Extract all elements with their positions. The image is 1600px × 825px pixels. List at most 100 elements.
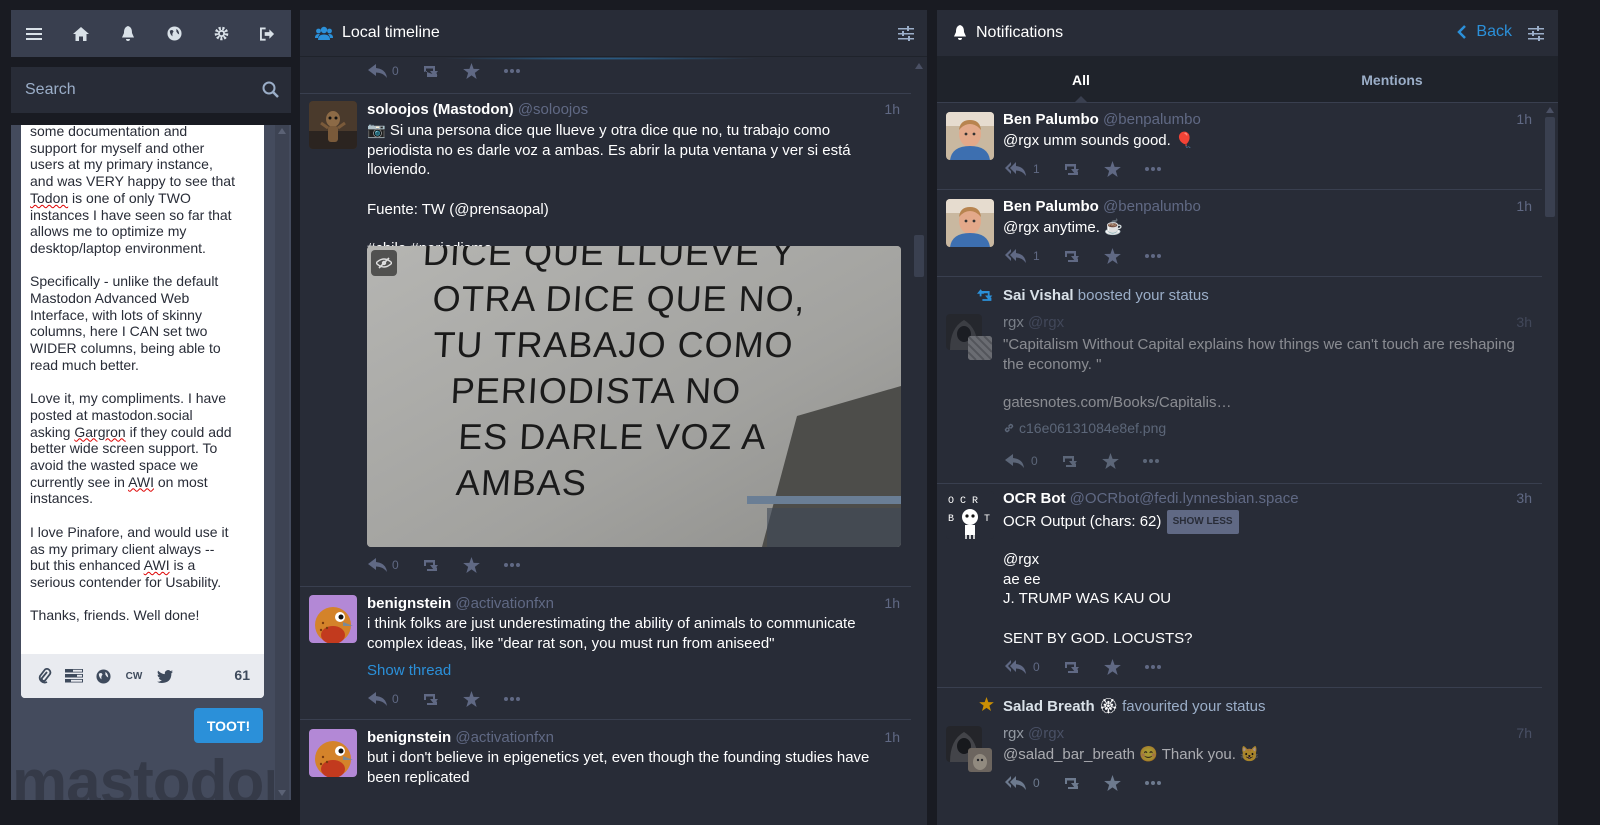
- timeline-scrollbar[interactable]: [912, 57, 926, 825]
- display-name[interactable]: rgx @rgx: [1003, 314, 1064, 331]
- notifications-scrollbar[interactable]: [1543, 103, 1557, 825]
- display-name[interactable]: Ben Palumbo @benpalumbo: [1003, 111, 1201, 128]
- favouriter-name[interactable]: Salad Breath: [1003, 698, 1095, 715]
- avatar[interactable]: [309, 595, 357, 643]
- timestamp[interactable]: 1h: [1516, 198, 1532, 214]
- status-line[interactable]: @rgx: [1003, 550, 1533, 570]
- display-name[interactable]: Ben Palumbo @benpalumbo: [1003, 198, 1201, 215]
- favourite-button[interactable]: [1103, 248, 1121, 264]
- favourite-button[interactable]: [1101, 453, 1119, 469]
- boost-button[interactable]: [1062, 776, 1082, 790]
- reply-button[interactable]: 0: [368, 64, 399, 78]
- compose-text[interactable]: some documentation and support for mysel…: [30, 123, 235, 641]
- cw-toggle[interactable]: CW: [122, 666, 146, 686]
- show-thread-link[interactable]: Show thread: [367, 662, 451, 679]
- boost-button[interactable]: [1062, 660, 1082, 674]
- reply-all-button[interactable]: 0: [1005, 776, 1040, 790]
- timestamp[interactable]: 1h: [884, 595, 900, 611]
- avatar[interactable]: O C R B T: [946, 491, 994, 539]
- show-less-button[interactable]: SHOW LESS: [1166, 510, 1239, 534]
- more-button[interactable]: [503, 69, 520, 73]
- eye-slash-icon[interactable]: [371, 250, 397, 276]
- favourite-button[interactable]: [1103, 161, 1121, 177]
- favourite-button[interactable]: [1103, 775, 1121, 791]
- avatar[interactable]: [309, 729, 357, 777]
- home-icon[interactable]: [58, 10, 105, 57]
- more-button[interactable]: [1144, 254, 1161, 258]
- more-button[interactable]: [1144, 781, 1161, 785]
- status-content: i think folks are just underestimating t…: [367, 615, 856, 652]
- bell-icon[interactable]: [104, 10, 151, 57]
- globe-icon[interactable]: [151, 10, 198, 57]
- twitter-icon[interactable]: [155, 666, 175, 686]
- paperclip-icon[interactable]: [35, 666, 55, 686]
- favourite-button[interactable]: [462, 557, 480, 573]
- logout-icon[interactable]: [244, 10, 291, 57]
- favourite-button[interactable]: [462, 691, 480, 707]
- display-name[interactable]: OCR Bot @OCRbot@fedi.lynnesbian.space: [1003, 490, 1299, 507]
- back-button[interactable]: Back: [1457, 23, 1512, 41]
- account-handle: @rgx: [1028, 725, 1065, 742]
- boost-button[interactable]: [421, 558, 441, 572]
- favourite-button[interactable]: [462, 63, 480, 79]
- timestamp[interactable]: 1h: [884, 729, 900, 745]
- column-settings-icon[interactable]: [1528, 26, 1544, 41]
- scrollbar-thumb[interactable]: [914, 235, 924, 277]
- timestamp[interactable]: 7h: [1516, 725, 1532, 741]
- boost-button[interactable]: [421, 64, 441, 78]
- avatar[interactable]: [946, 726, 992, 772]
- reply-button[interactable]: 0: [1005, 454, 1038, 468]
- more-button[interactable]: [503, 563, 520, 567]
- tab-mentions[interactable]: Mentions: [1247, 57, 1537, 103]
- more-button[interactable]: [1144, 167, 1161, 171]
- booster-name[interactable]: Sai Vishal: [1003, 287, 1074, 304]
- misspelled-word[interactable]: Gargron: [74, 424, 125, 440]
- reply-all-button[interactable]: 1: [1005, 162, 1040, 176]
- more-button[interactable]: [503, 697, 520, 701]
- display-name[interactable]: rgx @rgx: [1003, 725, 1064, 742]
- favourite-button[interactable]: [1103, 659, 1121, 675]
- reply-all-button[interactable]: 0: [1005, 660, 1040, 674]
- reply-all-button[interactable]: 1: [1005, 249, 1040, 263]
- display-name[interactable]: soloojos (Mastodon) @soloojos: [367, 101, 588, 118]
- avatar[interactable]: [309, 101, 357, 149]
- column-settings-icon[interactable]: [898, 26, 914, 41]
- mention-link[interactable]: @rgx: [1003, 132, 1039, 149]
- avatar[interactable]: [946, 112, 994, 160]
- scrollbar-thumb[interactable]: [1545, 117, 1555, 217]
- account-handle: @soloojos: [517, 101, 589, 118]
- compose-textarea[interactable]: some documentation and support for mysel…: [21, 123, 264, 698]
- boost-button[interactable]: [1062, 162, 1082, 176]
- globe-privacy-icon[interactable]: [93, 666, 113, 686]
- reply-button[interactable]: 0: [368, 692, 399, 706]
- compose-scrollbar[interactable]: [275, 125, 289, 800]
- search-input[interactable]: Search: [11, 67, 291, 113]
- media-attachment[interactable]: DICE QUE LLUEVE Y OTRA DICE QUE NO, TU T…: [367, 246, 901, 547]
- timestamp[interactable]: 1h: [884, 101, 900, 117]
- reply-button[interactable]: 0: [368, 558, 399, 572]
- display-name[interactable]: benignstein @activationfxn: [367, 729, 554, 746]
- misspelled-word[interactable]: AWI: [144, 557, 170, 573]
- more-button[interactable]: [1144, 665, 1161, 669]
- poll-icon[interactable]: [64, 666, 84, 686]
- avatar[interactable]: [946, 199, 994, 247]
- misspelled-word[interactable]: Todon: [30, 190, 68, 206]
- display-name[interactable]: benignstein @activationfxn: [367, 595, 554, 612]
- boost-button[interactable]: [421, 692, 441, 706]
- menu-icon[interactable]: [11, 10, 58, 57]
- mention-link[interactable]: @rgx: [1003, 219, 1039, 236]
- gear-icon[interactable]: [198, 10, 245, 57]
- timestamp[interactable]: 1h: [1516, 111, 1532, 127]
- boost-button[interactable]: [1060, 454, 1080, 468]
- timestamp[interactable]: 3h: [1516, 490, 1532, 506]
- avatar[interactable]: [946, 314, 992, 360]
- more-button[interactable]: [1142, 459, 1159, 463]
- status-link[interactable]: gatesnotes.com/Books/Capitalis…: [1003, 394, 1231, 411]
- search-icon[interactable]: [262, 81, 279, 98]
- mention-link[interactable]: @salad_bar_breath: [1003, 746, 1135, 763]
- attachment-link[interactable]: c16e06131084e8ef.png: [1003, 420, 1166, 436]
- timestamp[interactable]: 3h: [1516, 314, 1532, 330]
- toot-button[interactable]: TOOT!: [194, 708, 263, 743]
- misspelled-word[interactable]: AWI: [128, 474, 154, 490]
- boost-button[interactable]: [1062, 249, 1082, 263]
